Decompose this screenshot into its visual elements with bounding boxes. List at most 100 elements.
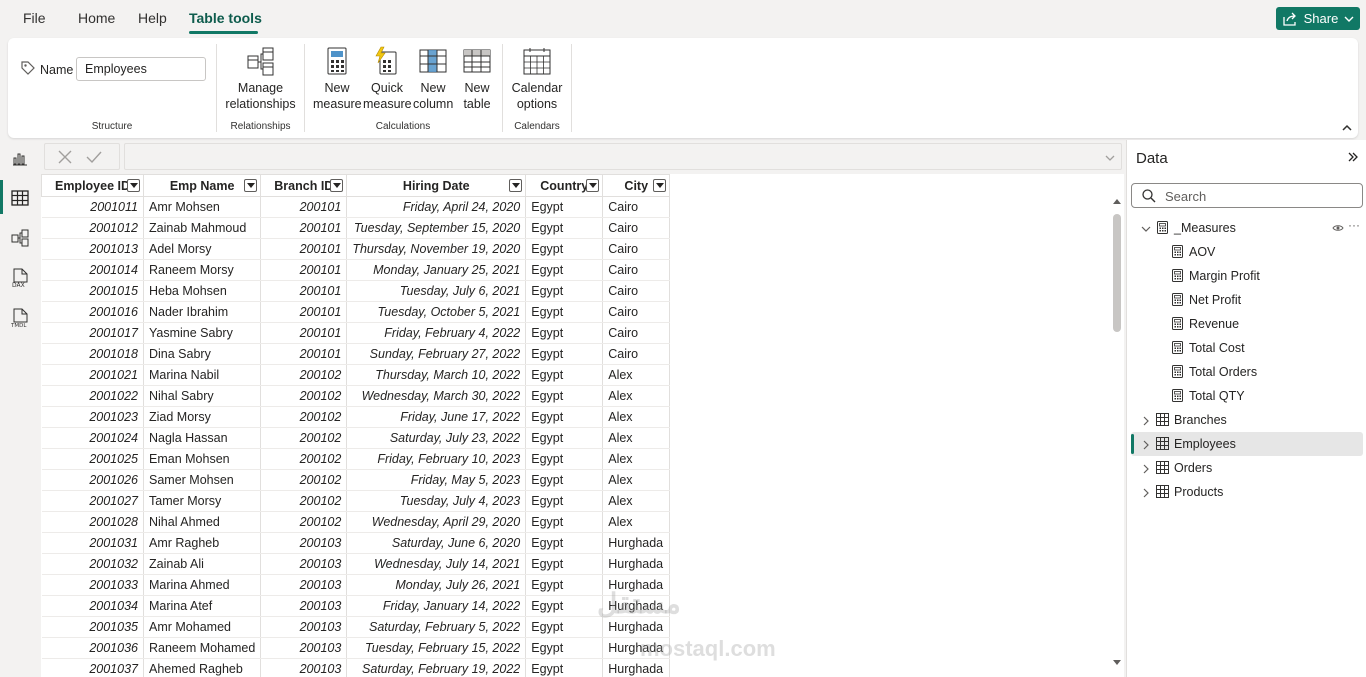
scroll-down-icon[interactable] [1113, 660, 1121, 666]
menu-file[interactable]: File [23, 10, 46, 26]
tree-item-measure[interactable]: Total Orders [1131, 360, 1363, 384]
table-row[interactable]: 2001011 Amr Mohsen 200101 Friday, April 24,… [41, 196, 671, 218]
table-cell[interactable]: Thursday, November 19, 2020 [346, 238, 527, 260]
table-row[interactable]: 2001021 Marina Nabil 200102 Thursday, March… [41, 364, 671, 386]
table-cell[interactable]: Zainab Mahmoud [143, 217, 262, 239]
table-cell[interactable]: Marina Nabil [143, 364, 262, 386]
table-cell[interactable]: Zainab Ali [143, 553, 262, 575]
table-cell[interactable]: 2001024 [41, 427, 144, 449]
table-cell[interactable]: 2001023 [41, 406, 144, 428]
table-cell[interactable]: Cairo [602, 196, 671, 218]
cancel-icon[interactable] [58, 150, 72, 164]
table-cell[interactable]: Marina Ahmed [143, 574, 262, 596]
filter-dropdown-icon[interactable] [244, 179, 258, 192]
share-button[interactable]: Share [1276, 7, 1360, 30]
report-view-button[interactable] [8, 146, 32, 170]
table-cell[interactable]: 2001017 [41, 322, 144, 344]
table-cell[interactable]: Cairo [602, 280, 671, 302]
table-row[interactable]: 2001015 Heba Mohsen 200101 Tuesday, July 6,… [41, 280, 671, 302]
table-row[interactable]: 2001028 Nihal Ahmed 200102 Wednesday, April… [41, 511, 671, 533]
chevron-right-icon[interactable] [1141, 487, 1151, 498]
table-cell[interactable]: 200101 [260, 322, 348, 344]
table-cell[interactable]: Wednesday, July 14, 2021 [346, 553, 527, 575]
table-cell[interactable]: Adel Morsy [143, 238, 262, 260]
table-cell[interactable]: Friday, June 17, 2022 [346, 406, 527, 428]
dax-query-view-button[interactable]: DAX [8, 266, 32, 290]
table-cell[interactable]: Egypt [525, 259, 604, 281]
table-cell[interactable]: Egypt [525, 616, 604, 638]
expand-pane-icon[interactable] [1348, 152, 1358, 162]
table-cell[interactable]: Saturday, July 23, 2022 [346, 427, 527, 449]
table-cell[interactable]: Alex [602, 406, 671, 428]
scrollbar-thumb[interactable] [1113, 214, 1121, 332]
table-cell[interactable]: Heba Mohsen [143, 280, 262, 302]
table-cell[interactable]: Egypt [525, 595, 604, 617]
table-cell[interactable]: Wednesday, March 30, 2022 [346, 385, 527, 407]
table-cell[interactable]: 200101 [260, 301, 348, 323]
table-cell[interactable]: Cairo [602, 259, 671, 281]
table-cell[interactable]: Cairo [602, 301, 671, 323]
table-cell[interactable]: 2001012 [41, 217, 144, 239]
column-header-emp-name[interactable]: Emp Name [142, 174, 262, 197]
table-cell[interactable]: Nagla Hassan [143, 427, 262, 449]
table-row[interactable]: 2001022 Nihal Sabry 200102 Wednesday, March… [41, 385, 671, 407]
table-cell[interactable]: Egypt [525, 364, 604, 386]
table-row[interactable]: 2001016 Nader Ibrahim 200101 Tuesday, Octob… [41, 301, 671, 323]
table-cell[interactable]: Raneem Morsy [143, 259, 262, 281]
table-cell[interactable]: Egypt [525, 280, 604, 302]
table-cell[interactable]: Saturday, February 19, 2022 [346, 658, 527, 677]
table-cell[interactable]: 2001035 [41, 616, 144, 638]
table-cell[interactable]: Yasmine Sabry [143, 322, 262, 344]
table-cell[interactable]: 200101 [260, 343, 348, 365]
model-view-button[interactable] [8, 226, 32, 250]
table-cell[interactable]: 200102 [260, 448, 348, 470]
table-row[interactable]: 2001027 Tamer Morsy 200102 Tuesday, July 4,… [41, 490, 671, 512]
filter-dropdown-icon[interactable] [586, 179, 600, 192]
table-row[interactable]: 2001012 Zainab Mahmoud 200101 Tuesday, Sept… [41, 217, 671, 239]
vertical-scrollbar[interactable] [1112, 196, 1122, 666]
table-cell[interactable]: Alex [602, 448, 671, 470]
table-cell[interactable]: 2001026 [41, 469, 144, 491]
calendar-options-button[interactable]: Calendar options [509, 46, 565, 112]
table-cell[interactable]: 200102 [260, 406, 348, 428]
table-cell[interactable]: Egypt [525, 322, 604, 344]
manage-relationships-button[interactable]: Manage relationships [217, 46, 304, 112]
table-cell[interactable]: Alex [602, 469, 671, 491]
tree-item-measure[interactable]: Total QTY [1131, 384, 1363, 408]
table-cell[interactable]: 200103 [260, 553, 348, 575]
table-cell[interactable]: Egypt [525, 385, 604, 407]
table-cell[interactable]: Friday, January 14, 2022 [346, 595, 527, 617]
table-cell[interactable]: 200103 [260, 637, 348, 659]
table-cell[interactable]: 200101 [260, 238, 348, 260]
chevron-down-icon[interactable] [1105, 154, 1115, 162]
table-name-input[interactable]: Employees [76, 57, 206, 81]
table-cell[interactable]: Egypt [525, 532, 604, 554]
table-row[interactable]: 2001034 Marina Atef 200103 Friday, January … [41, 595, 671, 617]
table-cell[interactable]: 2001013 [41, 238, 144, 260]
table-cell[interactable]: 2001011 [41, 196, 144, 218]
tmdl-view-button[interactable]: TMDL [8, 306, 32, 330]
table-cell[interactable]: Egypt [525, 427, 604, 449]
table-cell[interactable]: Friday, May 5, 2023 [346, 469, 527, 491]
table-row[interactable]: 2001037 Ahemed Ragheb 200103 Saturday, Febr… [41, 658, 671, 677]
table-cell[interactable]: Hurghada [602, 532, 671, 554]
tree-item-measure[interactable]: Revenue [1131, 312, 1363, 336]
table-cell[interactable]: 200103 [260, 595, 348, 617]
quick-measure-button[interactable]: Quick measure [363, 46, 412, 112]
tree-item-table[interactable]: Products [1131, 480, 1363, 504]
table-cell[interactable]: Egypt [525, 301, 604, 323]
table-cell[interactable]: Cairo [602, 217, 671, 239]
table-cell[interactable]: Tamer Morsy [143, 490, 262, 512]
eye-icon[interactable] [1332, 224, 1344, 232]
chevron-down-icon[interactable] [1141, 223, 1151, 233]
table-cell[interactable]: 2001036 [41, 637, 144, 659]
menu-home[interactable]: Home [78, 10, 115, 26]
table-cell[interactable]: Amr Mohsen [143, 196, 262, 218]
table-cell[interactable]: Sunday, February 27, 2022 [346, 343, 527, 365]
chevron-right-icon[interactable] [1141, 463, 1151, 474]
table-row[interactable]: 2001031 Amr Ragheb 200103 Saturday, June 6,… [41, 532, 671, 554]
tree-item-measure[interactable]: Margin Profit [1131, 264, 1363, 288]
table-row[interactable]: 2001013 Adel Morsy 200101 Thursday, Novembe… [41, 238, 671, 260]
table-cell[interactable]: Egypt [525, 469, 604, 491]
table-cell[interactable]: Marina Atef [143, 595, 262, 617]
